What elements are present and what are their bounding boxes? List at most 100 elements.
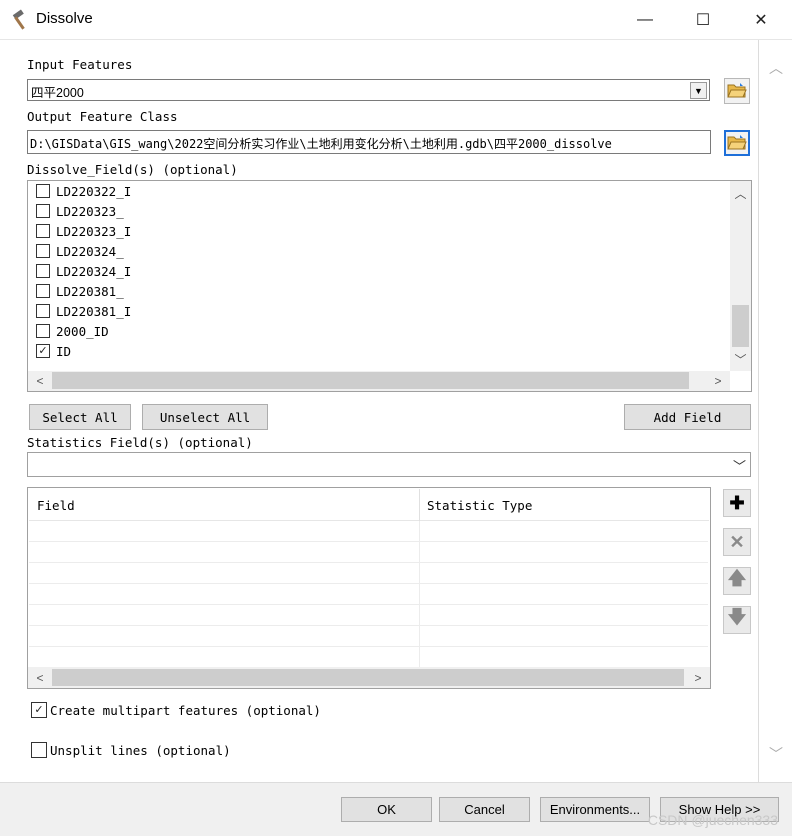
scroll-right-icon[interactable]: > bbox=[708, 371, 728, 391]
field-checkbox[interactable] bbox=[36, 204, 50, 218]
horizontal-scrollbar[interactable]: < > bbox=[28, 667, 710, 688]
panel-scroll-down-icon[interactable]: ﹀ bbox=[766, 744, 786, 764]
statistics-fields-label: Statistics Field(s) (optional) bbox=[27, 435, 253, 450]
field-name: LD220381_ bbox=[56, 283, 124, 299]
field-checkbox[interactable]: ✓ bbox=[36, 344, 50, 358]
add-field-button[interactable]: Add Field bbox=[624, 404, 751, 430]
field-name: LD220381_I bbox=[56, 303, 132, 319]
chevron-down-icon[interactable]: ﹀ bbox=[733, 456, 746, 475]
list-item[interactable]: ✓ ID bbox=[36, 341, 71, 361]
minimize-button[interactable]: — bbox=[622, 0, 668, 40]
table-row[interactable] bbox=[29, 521, 708, 542]
unsplit-option[interactable]: Unsplit lines (optional) bbox=[31, 742, 231, 758]
dissolve-fields-label: Dissolve_Field(s) (optional) bbox=[27, 162, 238, 177]
column-header-field: Field bbox=[37, 498, 75, 513]
table-row[interactable] bbox=[29, 584, 708, 605]
move-up-button[interactable]: 🡅 bbox=[723, 567, 751, 595]
list-item[interactable]: LD220381_ bbox=[36, 281, 124, 301]
list-item[interactable]: LD220323_I bbox=[36, 221, 131, 241]
statistics-table[interactable]: Field Statistic Type < > bbox=[27, 487, 711, 689]
field-name: LD220324_ bbox=[56, 243, 124, 259]
unsplit-checkbox[interactable] bbox=[31, 742, 47, 758]
list-item[interactable]: LD220323_ bbox=[36, 201, 124, 221]
dropdown-arrow-icon[interactable]: ▼ bbox=[690, 82, 707, 99]
maximize-icon: ☐ bbox=[695, 12, 711, 29]
folder-open-icon bbox=[727, 133, 747, 154]
field-checkbox[interactable] bbox=[36, 244, 50, 258]
output-feature-class-value: D:\GISData\GIS_wang\2022空间分析实习作业\土地利用变化分… bbox=[30, 137, 612, 151]
field-name: 2000_ID bbox=[56, 323, 109, 339]
column-header-statistic-type: Statistic Type bbox=[427, 498, 533, 513]
column-divider bbox=[419, 489, 420, 521]
scroll-left-icon[interactable]: < bbox=[30, 371, 50, 391]
watermark: CSDN @juechen333 bbox=[647, 812, 778, 828]
multipart-option[interactable]: ✓ Create multipart features (optional) bbox=[31, 702, 321, 718]
output-browse-button[interactable] bbox=[724, 130, 750, 156]
scroll-down-icon[interactable]: ﹀ bbox=[730, 349, 751, 369]
unselect-all-button[interactable]: Unselect All bbox=[142, 404, 268, 430]
panel-scroll-up-icon[interactable]: ︿ bbox=[766, 58, 786, 78]
horizontal-scrollbar[interactable]: < > bbox=[28, 371, 730, 391]
field-checkbox[interactable] bbox=[36, 224, 50, 238]
statistics-field-combo[interactable]: ﹀ bbox=[27, 452, 751, 477]
multipart-label: Create multipart features (optional) bbox=[50, 702, 321, 718]
dissolve-fields-list[interactable]: LD220322_I LD220323_ LD220323_I LD220324_ LD… bbox=[27, 180, 752, 392]
vertical-scrollbar[interactable]: ︿ ﹀ bbox=[730, 181, 751, 371]
input-browse-button[interactable] bbox=[724, 78, 750, 104]
folder-open-icon bbox=[727, 81, 747, 102]
list-item[interactable]: LD220322_I bbox=[36, 181, 131, 201]
field-name: LD220324_I bbox=[56, 263, 132, 279]
field-name: ID bbox=[56, 343, 72, 359]
table-row[interactable] bbox=[29, 563, 708, 584]
delete-x-icon: ✕ bbox=[729, 531, 745, 552]
close-icon: ✕ bbox=[754, 12, 768, 29]
table-row[interactable] bbox=[29, 626, 708, 647]
input-features-combo[interactable]: 四平2000 ▼ bbox=[27, 79, 710, 101]
table-header: Field Statistic Type bbox=[29, 489, 709, 521]
input-features-label: Input Features bbox=[27, 57, 133, 72]
table-row[interactable] bbox=[29, 605, 708, 626]
field-checkbox[interactable] bbox=[36, 264, 50, 278]
dialog-footer: OK Cancel Environments... Show Help >> C… bbox=[0, 782, 792, 836]
move-down-button[interactable]: 🡇 bbox=[723, 606, 751, 634]
field-checkbox[interactable] bbox=[36, 284, 50, 298]
output-feature-class-input[interactable]: D:\GISData\GIS_wang\2022空间分析实习作业\土地利用变化分… bbox=[27, 130, 711, 154]
field-checkbox[interactable] bbox=[36, 324, 50, 338]
scroll-thumb[interactable] bbox=[52, 372, 689, 389]
field-name: LD220322_I bbox=[56, 183, 132, 199]
cancel-button[interactable]: Cancel bbox=[439, 797, 530, 822]
input-features-value: 四平2000 bbox=[31, 86, 84, 100]
select-all-button[interactable]: Select All bbox=[29, 404, 131, 430]
field-checkbox[interactable] bbox=[36, 184, 50, 198]
ok-button[interactable]: OK bbox=[341, 797, 432, 822]
window-title: Dissolve bbox=[36, 10, 93, 27]
scroll-thumb[interactable] bbox=[732, 305, 749, 347]
title-bar: Dissolve — ☐ ✕ bbox=[0, 0, 792, 40]
add-row-button[interactable]: ✚ bbox=[723, 489, 751, 517]
unsplit-label: Unsplit lines (optional) bbox=[50, 742, 231, 758]
hammer-icon bbox=[10, 9, 32, 31]
delete-row-button[interactable]: ✕ bbox=[723, 528, 751, 556]
field-name: LD220323_ bbox=[56, 203, 124, 219]
minimize-icon: — bbox=[637, 11, 653, 28]
maximize-button[interactable]: ☐ bbox=[680, 0, 726, 40]
field-name: LD220323_I bbox=[56, 223, 132, 239]
close-button[interactable]: ✕ bbox=[738, 0, 784, 40]
plus-icon: ✚ bbox=[729, 492, 745, 513]
arrow-down-icon: 🡇 bbox=[727, 607, 747, 627]
table-row[interactable] bbox=[29, 542, 708, 563]
field-checkbox[interactable] bbox=[36, 304, 50, 318]
output-feature-class-label: Output Feature Class bbox=[27, 109, 178, 124]
arrow-up-icon: 🡅 bbox=[727, 568, 747, 588]
environments-button[interactable]: Environments... bbox=[540, 797, 650, 822]
list-item[interactable]: LD220324_ bbox=[36, 241, 124, 261]
list-item[interactable]: LD220324_I bbox=[36, 261, 131, 281]
scroll-left-icon[interactable]: < bbox=[30, 667, 50, 688]
column-divider bbox=[419, 521, 420, 667]
scroll-thumb[interactable] bbox=[52, 669, 684, 686]
scroll-right-icon[interactable]: > bbox=[688, 667, 708, 688]
scroll-up-icon[interactable]: ︿ bbox=[730, 183, 751, 203]
multipart-checkbox[interactable]: ✓ bbox=[31, 702, 47, 718]
list-item[interactable]: 2000_ID bbox=[36, 321, 109, 341]
list-item[interactable]: LD220381_I bbox=[36, 301, 131, 321]
